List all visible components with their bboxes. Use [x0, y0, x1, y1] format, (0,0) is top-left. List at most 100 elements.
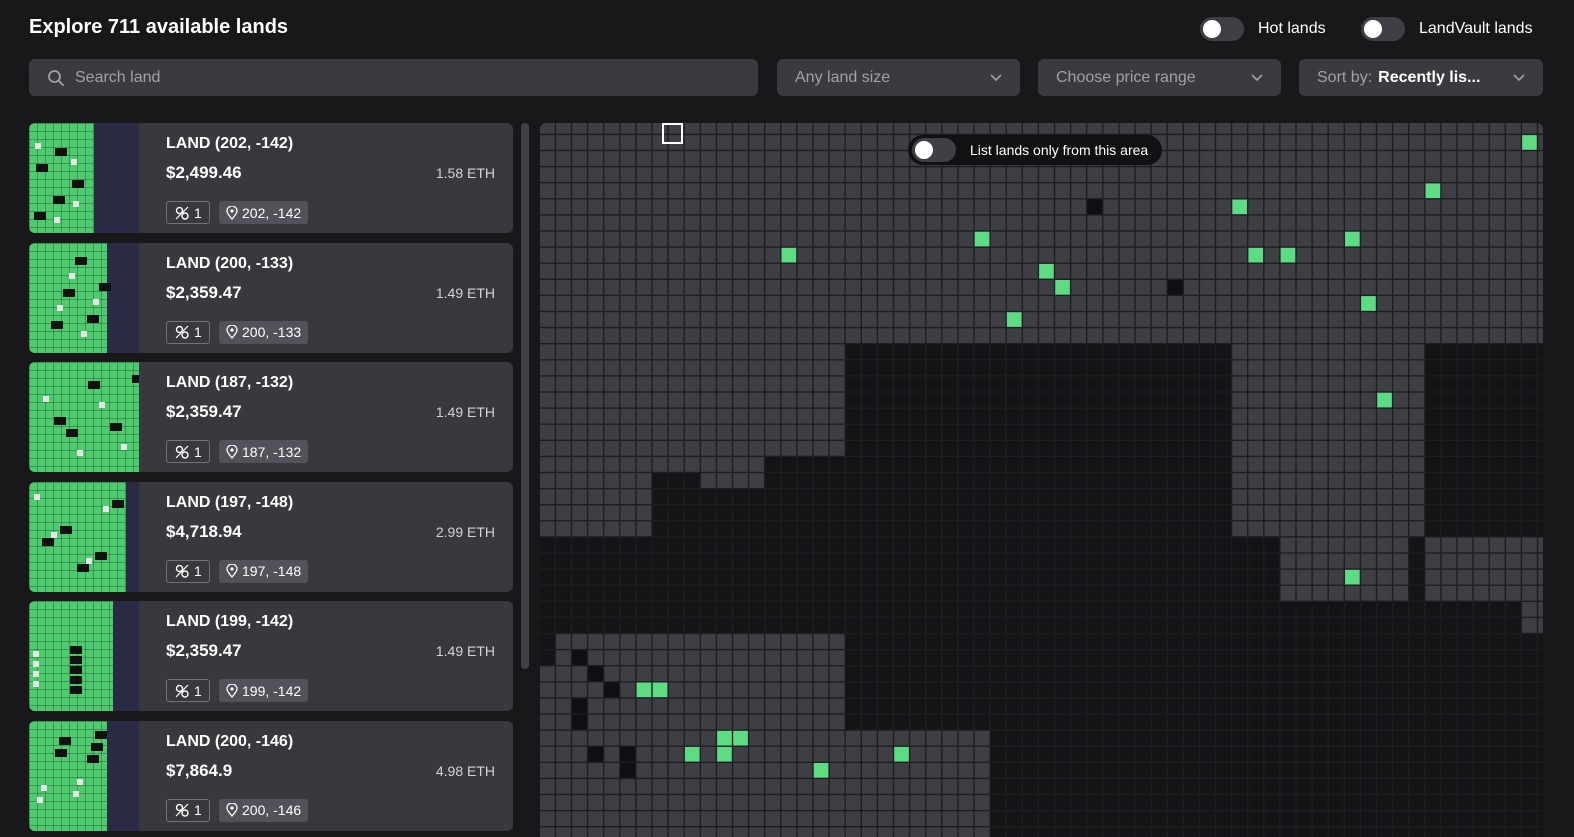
map-parcel[interactable]: [1328, 296, 1344, 311]
map-parcel[interactable]: [1361, 618, 1376, 633]
map-parcel[interactable]: [845, 344, 861, 360]
map-parcel[interactable]: [1328, 779, 1344, 794]
map-parcel[interactable]: [1135, 263, 1151, 279]
map-parcel[interactable]: [1200, 344, 1215, 360]
map-parcel[interactable]: [958, 473, 974, 488]
map-parcel[interactable]: [1280, 553, 1296, 569]
map-parcel[interactable]: [1312, 312, 1328, 327]
map-parcel[interactable]: [1151, 682, 1167, 698]
map-parcel[interactable]: [1296, 811, 1312, 826]
map-parcel[interactable]: [701, 231, 716, 247]
map-parcel[interactable]: [894, 473, 909, 488]
map-parcel[interactable]: [1409, 521, 1425, 537]
map-parcel[interactable]: [958, 199, 974, 215]
map-parcel[interactable]: [1216, 634, 1231, 649]
map-parcel[interactable]: [910, 360, 925, 376]
map-parcel[interactable]: [829, 746, 845, 762]
map-parcel[interactable]: [845, 247, 861, 263]
map-parcel[interactable]: [749, 328, 764, 343]
map-parcel[interactable]: [894, 489, 909, 504]
map-parcel[interactable]: [1135, 183, 1151, 199]
map-parcel[interactable]: [1216, 328, 1231, 343]
map-parcel[interactable]: [604, 360, 620, 376]
map-parcel[interactable]: [781, 585, 797, 601]
map-parcel[interactable]: [1457, 296, 1473, 311]
map-parcel[interactable]: [572, 795, 587, 810]
map-parcel[interactable]: [813, 312, 829, 327]
map-parcel[interactable]: [1361, 167, 1376, 182]
map-parcel[interactable]: [1232, 280, 1247, 295]
map-parcel[interactable]: [1167, 779, 1183, 794]
map-parcel[interactable]: [1280, 392, 1296, 408]
map-parcel[interactable]: [1167, 602, 1183, 617]
map-parcel[interactable]: [1055, 376, 1070, 392]
map-parcel[interactable]: [781, 441, 797, 456]
map-parcel[interactable]: [636, 634, 652, 649]
map-parcel[interactable]: [1280, 199, 1296, 215]
map-parcel[interactable]: [797, 618, 813, 633]
map-parcel[interactable]: [910, 296, 925, 311]
map-parcel[interactable]: [1538, 231, 1543, 247]
map-parcel[interactable]: [1151, 779, 1167, 794]
map-parcel[interactable]: [926, 585, 942, 601]
map-parcel[interactable]: [1232, 779, 1247, 794]
map-parcel[interactable]: [894, 344, 909, 360]
map-parcel[interactable]: [1232, 666, 1247, 682]
map-parcel[interactable]: [1151, 827, 1167, 837]
map-parcel[interactable]: [1087, 811, 1103, 826]
map-parcel[interactable]: [1184, 618, 1199, 633]
map-parcel[interactable]: [1039, 489, 1054, 504]
map-parcel[interactable]: [540, 795, 555, 810]
map-parcel[interactable]: [958, 553, 974, 569]
map-parcel[interactable]: [620, 714, 636, 730]
map-parcel[interactable]: [958, 344, 974, 360]
map-parcel[interactable]: [1006, 123, 1022, 134]
map-parcel[interactable]: [572, 537, 587, 553]
map-parcel[interactable]: [862, 344, 877, 360]
map-parcel[interactable]: [1473, 489, 1489, 504]
map-parcel[interactable]: [781, 328, 797, 343]
map-parcel[interactable]: [1184, 360, 1199, 376]
map-parcel[interactable]: [1119, 827, 1135, 837]
map-parcel[interactable]: [1006, 376, 1022, 392]
map-parcel[interactable]: [1489, 312, 1505, 327]
map-parcel[interactable]: [1457, 280, 1473, 295]
map-parcel[interactable]: [797, 123, 813, 134]
map-parcel[interactable]: [1232, 312, 1247, 327]
map-parcel[interactable]: [684, 489, 700, 504]
map-parcel[interactable]: [1264, 553, 1280, 569]
map-parcel[interactable]: [1425, 263, 1441, 279]
map-parcel[interactable]: [1248, 344, 1264, 360]
map-parcel[interactable]: [942, 376, 958, 392]
map-parcel[interactable]: [1361, 344, 1376, 360]
map-parcel[interactable]: [1151, 392, 1167, 408]
map-parcel[interactable]: [1151, 280, 1167, 295]
map-parcel[interactable]: [1006, 569, 1022, 585]
map-parcel[interactable]: [1023, 280, 1038, 295]
map-parcel[interactable]: [1489, 231, 1505, 247]
map-parcel[interactable]: [684, 730, 700, 746]
map-parcel[interactable]: [829, 585, 845, 601]
map-parcel[interactable]: [1328, 650, 1344, 665]
map-parcel[interactable]: [958, 296, 974, 311]
map-parcel[interactable]: [1039, 376, 1054, 392]
map-parcel[interactable]: [749, 779, 764, 794]
map-parcel[interactable]: [572, 618, 587, 633]
map-parcel[interactable]: [1393, 746, 1408, 762]
map-parcel[interactable]: [1296, 392, 1312, 408]
map-parcel[interactable]: [797, 312, 813, 327]
map-parcel[interactable]: [1425, 505, 1441, 521]
map-parcel[interactable]: [1151, 344, 1167, 360]
map-parcel[interactable]: [894, 247, 909, 263]
map-parcel[interactable]: [1538, 263, 1543, 279]
map-parcel[interactable]: [717, 473, 732, 488]
map-parcel[interactable]: [1409, 328, 1425, 343]
map-parcel[interactable]: [926, 167, 942, 182]
map-parcel[interactable]: [1184, 312, 1199, 327]
map-parcel[interactable]: [1216, 489, 1231, 504]
map-parcel[interactable]: [1216, 569, 1231, 585]
map-parcel[interactable]: [1023, 312, 1038, 327]
map-parcel[interactable]: [1506, 441, 1521, 456]
map-parcel[interactable]: [1055, 360, 1070, 376]
map-parcel[interactable]: [636, 795, 652, 810]
